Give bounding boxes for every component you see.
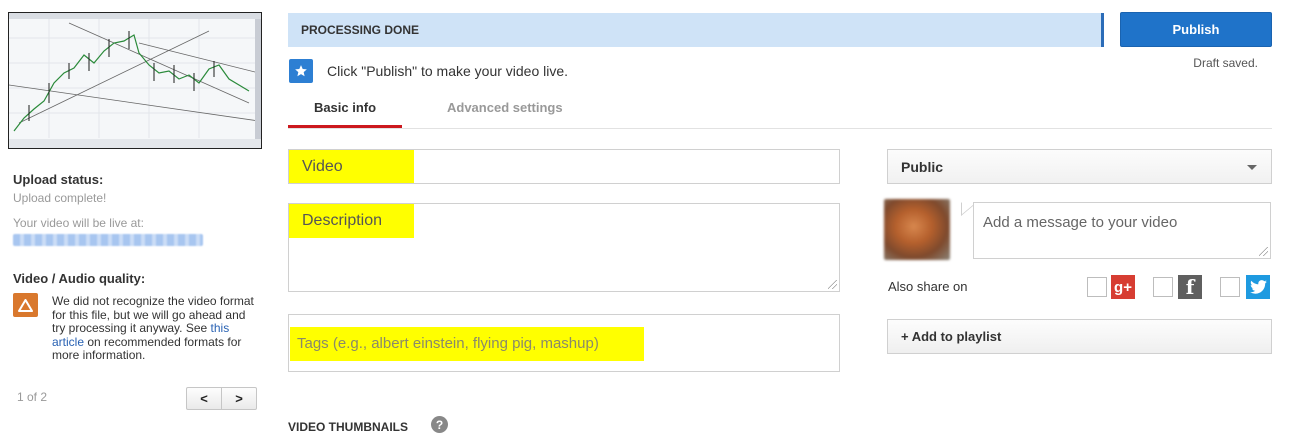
upload-status-value: Upload complete!	[13, 191, 107, 205]
tabs-divider	[288, 128, 1272, 129]
pager-next-button[interactable]: >	[221, 388, 256, 409]
description-value: Description	[289, 204, 414, 238]
share-facebook-checkbox[interactable]	[1153, 277, 1173, 297]
help-icon[interactable]: ?	[431, 416, 448, 433]
add-to-playlist-button[interactable]: + Add to playlist	[887, 319, 1272, 354]
publish-button[interactable]: Publish	[1120, 12, 1272, 47]
tags-input[interactable]: Tags (e.g., albert einstein, flying pig,…	[288, 314, 840, 372]
processing-status-banner: PROCESSING DONE	[288, 13, 1104, 47]
share-google-checkbox[interactable]	[1087, 277, 1107, 297]
also-share-label: Also share on	[888, 279, 968, 294]
processing-status-text: PROCESSING DONE	[301, 23, 420, 37]
share-message-input[interactable]: Add a message to your video	[973, 202, 1271, 259]
privacy-selected-value: Public	[901, 158, 944, 175]
facebook-icon: f	[1178, 275, 1202, 299]
privacy-select[interactable]: Public	[887, 149, 1272, 184]
upload-status-heading: Upload status:	[13, 172, 104, 187]
share-message-placeholder: Add a message to your video	[983, 214, 1178, 231]
star-icon	[289, 59, 313, 83]
tags-placeholder: Tags (e.g., albert einstein, flying pig,…	[290, 327, 644, 361]
twitter-icon	[1246, 275, 1270, 299]
resize-grip-icon[interactable]	[828, 280, 837, 289]
quality-heading: Video / Audio quality:	[13, 271, 146, 286]
resize-grip-icon[interactable]	[1259, 247, 1268, 256]
tab-advanced-settings[interactable]: Advanced settings	[447, 100, 563, 115]
pager: < >	[186, 387, 257, 410]
share-twitter-checkbox[interactable]	[1220, 277, 1240, 297]
chevron-down-icon	[1247, 165, 1257, 170]
pager-count: 1 of 2	[17, 390, 48, 404]
title-input[interactable]: Video	[288, 149, 840, 184]
publish-hint: Click "Publish" to make your video live.	[327, 63, 569, 79]
draft-saved-status: Draft saved.	[1193, 56, 1258, 70]
video-thumbnail-preview	[8, 12, 262, 149]
quality-message: We did not recognize the video format fo…	[52, 294, 254, 362]
video-thumbnails-heading: VIDEO THUMBNAILS	[288, 420, 408, 434]
tab-basic-info[interactable]: Basic info	[288, 100, 402, 115]
video-url-link[interactable]	[13, 234, 203, 246]
pager-prev-button[interactable]: <	[187, 388, 221, 409]
google-plus-icon: g+	[1111, 275, 1135, 299]
description-textarea[interactable]: Description	[288, 203, 840, 292]
warning-icon	[13, 293, 38, 317]
avatar	[884, 199, 950, 260]
live-at-label: Your video will be live at:	[13, 216, 144, 230]
title-input-value: Video	[289, 150, 414, 183]
